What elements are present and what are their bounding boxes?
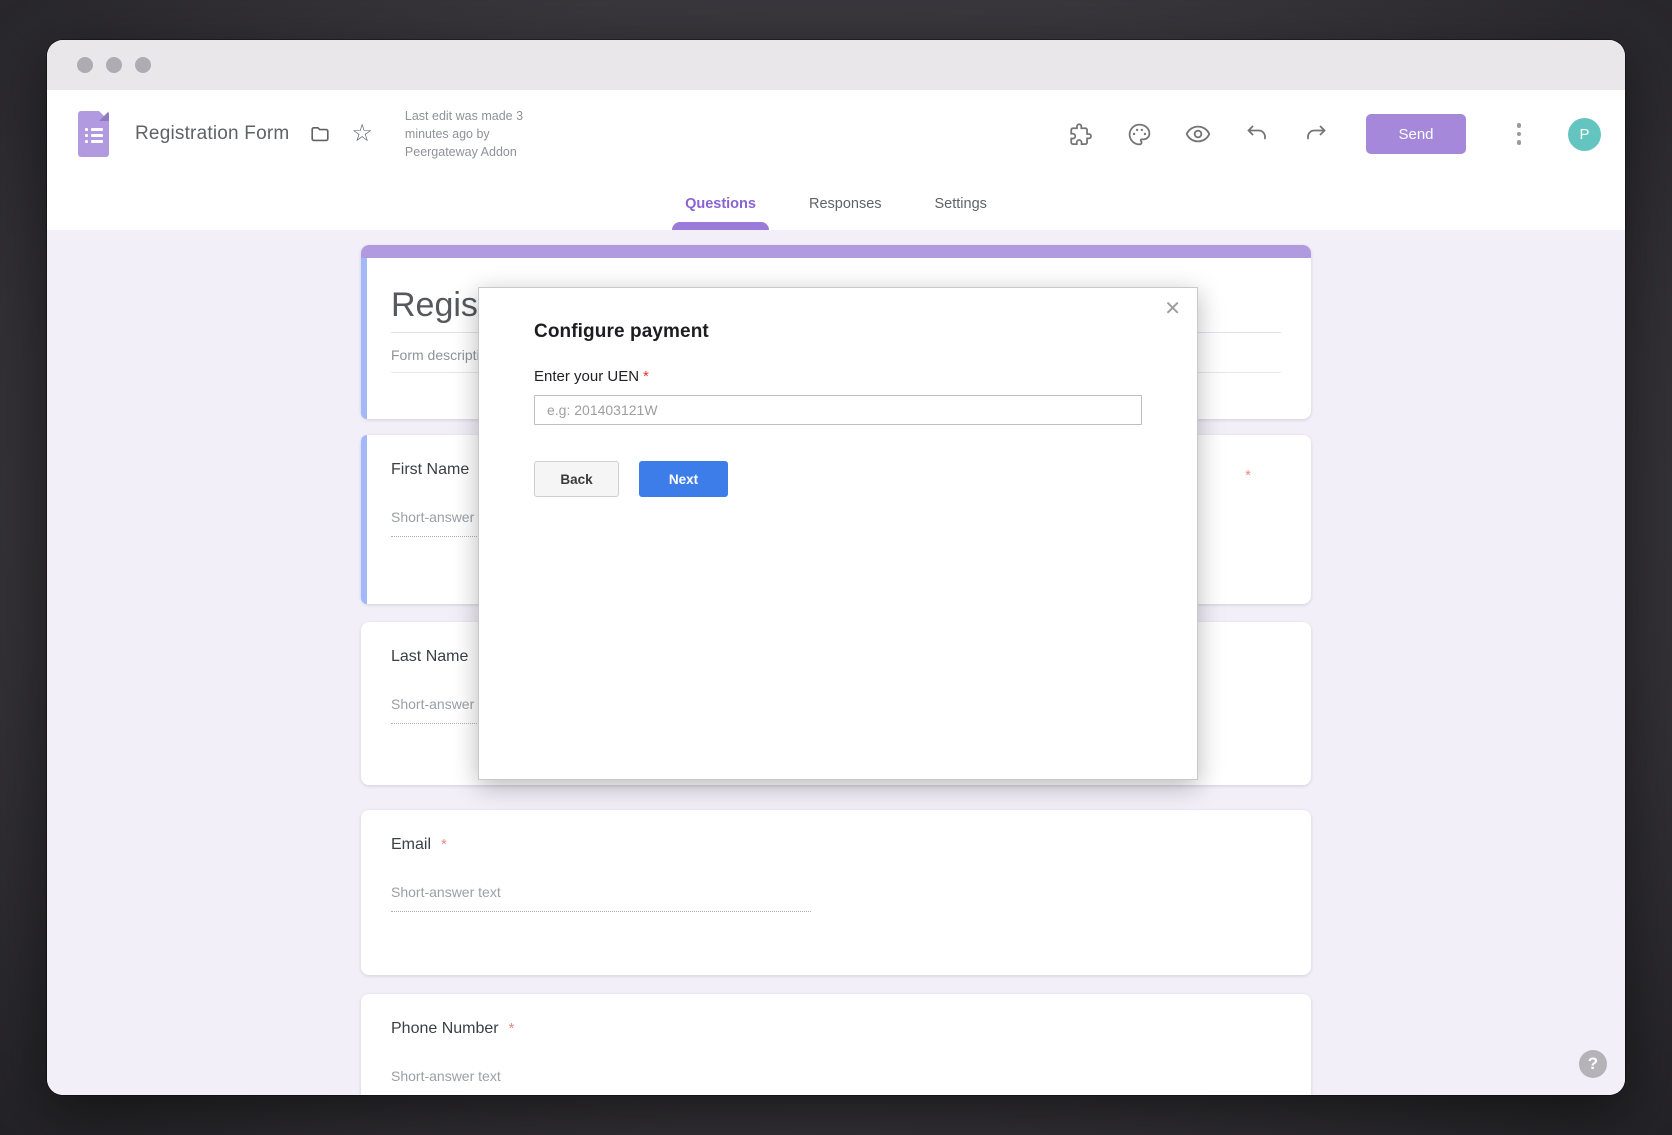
- uen-input[interactable]: [534, 395, 1142, 425]
- star-icon[interactable]: ☆: [351, 122, 373, 146]
- window-zoom-dot[interactable]: [135, 57, 151, 73]
- configure-payment-dialog: ✕ Configure payment Enter your UEN* Back…: [478, 287, 1198, 780]
- back-button[interactable]: Back: [534, 461, 619, 497]
- uen-label: Enter your UEN*: [534, 368, 1142, 385]
- window-minimize-dot[interactable]: [106, 57, 122, 73]
- required-asterisk: *: [1245, 467, 1251, 484]
- selection-indicator-bar: [361, 435, 367, 604]
- tab-settings[interactable]: Settings: [922, 178, 1000, 230]
- close-icon[interactable]: ✕: [1164, 296, 1181, 321]
- account-avatar[interactable]: P: [1568, 118, 1601, 151]
- move-to-folder-icon[interactable]: [309, 123, 331, 145]
- google-forms-logo-icon[interactable]: [78, 111, 109, 157]
- window-close-dot[interactable]: [77, 57, 93, 73]
- last-edit-status[interactable]: Last edit was made 3 minutes ago by Peer…: [405, 107, 543, 161]
- question-card-phone-number[interactable]: Phone Number* Short-answer text: [361, 994, 1311, 1095]
- more-options-kebab-icon[interactable]: [1509, 123, 1529, 145]
- customize-theme-palette-icon[interactable]: [1126, 121, 1152, 147]
- undo-icon[interactable]: [1244, 121, 1270, 147]
- active-tab-indicator: [672, 222, 769, 230]
- document-title[interactable]: Registration Form: [135, 123, 289, 145]
- preview-eye-icon[interactable]: [1185, 121, 1211, 147]
- required-asterisk: *: [441, 836, 447, 853]
- window-titlebar: [47, 40, 1625, 90]
- send-button[interactable]: Send: [1366, 114, 1466, 154]
- selection-indicator-bar: [361, 258, 367, 419]
- short-answer-placeholder[interactable]: Short-answer text: [391, 884, 811, 912]
- question-card-email[interactable]: Email* Short-answer text: [361, 810, 1311, 975]
- question-title[interactable]: Email*: [391, 836, 1281, 854]
- next-button[interactable]: Next: [639, 461, 728, 497]
- desktop-background: Registration Form ☆ Last edit was made 3…: [0, 0, 1672, 1135]
- theme-color-bar: [361, 245, 1311, 258]
- required-asterisk: *: [643, 368, 649, 385]
- redo-icon[interactable]: [1303, 121, 1329, 147]
- forms-header: Registration Form ☆ Last edit was made 3…: [47, 90, 1625, 178]
- dialog-title: Configure payment: [534, 321, 1142, 343]
- help-button[interactable]: ?: [1579, 1050, 1607, 1078]
- short-answer-placeholder[interactable]: Short-answer text: [391, 1068, 811, 1095]
- tab-responses[interactable]: Responses: [796, 178, 895, 230]
- required-asterisk: *: [509, 1020, 515, 1037]
- addons-puzzle-icon[interactable]: [1067, 121, 1093, 147]
- form-tabs: Questions Responses Settings: [47, 178, 1625, 230]
- tab-questions[interactable]: Questions: [672, 178, 769, 230]
- question-title[interactable]: Phone Number*: [391, 1020, 1281, 1038]
- app-window: Registration Form ☆ Last edit was made 3…: [47, 40, 1625, 1095]
